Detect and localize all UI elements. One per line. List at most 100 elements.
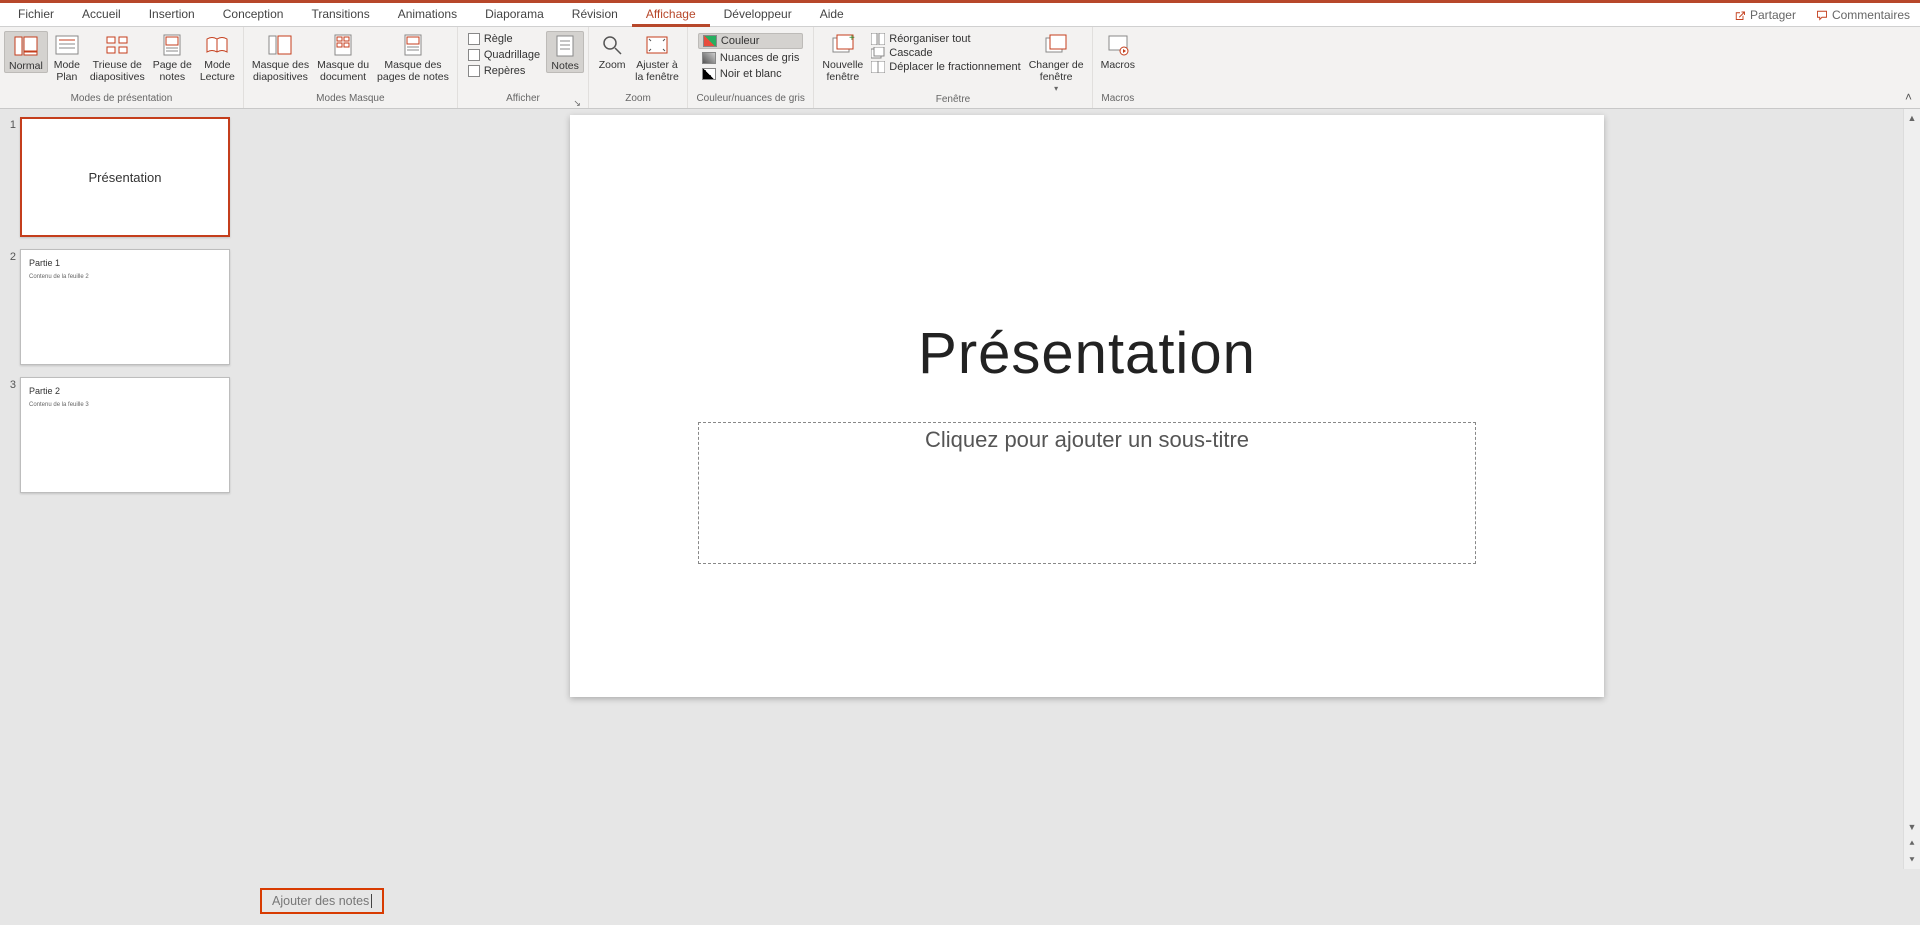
group-macros: Macros Macros (1093, 27, 1143, 108)
tab-developpeur[interactable]: Développeur (710, 3, 806, 27)
slide-master-icon (266, 33, 294, 57)
switch-window-button[interactable]: Changer de fenêtre ▾ (1025, 31, 1088, 95)
slide-thumbnail-panel[interactable]: 1 Présentation 2 Partie 1 Contenu de la … (0, 109, 254, 925)
macros-icon (1104, 33, 1132, 57)
tab-animations[interactable]: Animations (384, 3, 471, 27)
slide-master-button[interactable]: Masque des diapositives (248, 31, 313, 83)
view-outline-icon (53, 33, 81, 57)
notes-master-icon (399, 33, 427, 57)
switch-window-icon (1042, 33, 1070, 57)
color-mode-color[interactable]: Couleur (698, 33, 804, 49)
thumbnail-body: Contenu de la feuille 2 (29, 274, 89, 280)
tab-affichage[interactable]: Affichage (632, 3, 710, 27)
show-launcher-icon[interactable]: ↘ (572, 96, 582, 106)
tab-aide[interactable]: Aide (806, 3, 858, 27)
zoom-label: Zoom (599, 59, 626, 71)
view-sorter-button[interactable]: Trieuse de diapositives (86, 31, 149, 83)
guides-checkbox[interactable]: Repères (468, 65, 540, 77)
view-outline-button[interactable]: Mode Plan (48, 31, 86, 83)
ruler-checkbox[interactable]: Règle (468, 33, 540, 45)
handout-master-icon (329, 33, 357, 57)
share-button[interactable]: Partager (1724, 8, 1806, 22)
view-sorter-icon (103, 33, 131, 57)
macros-button[interactable]: Macros (1097, 31, 1139, 71)
share-label: Partager (1750, 8, 1796, 22)
share-icon (1734, 9, 1746, 21)
handout-master-button[interactable]: Masque du document (313, 31, 373, 83)
vertical-scrollbar[interactable]: ▲ ▼ ⯅ ⯆ (1903, 109, 1920, 869)
grayscale-swatch-icon (702, 52, 716, 64)
thumbnail-body: Contenu de la feuille 3 (29, 402, 89, 408)
arrange-all-icon (871, 33, 885, 45)
prev-slide-button[interactable]: ⯅ (1904, 835, 1920, 852)
guides-label: Repères (484, 65, 526, 77)
fit-window-label: Ajuster à la fenêtre (635, 59, 679, 83)
color-mode-color-label: Couleur (721, 35, 760, 47)
new-window-button[interactable]: + Nouvelle fenêtre (818, 31, 867, 83)
cascade-label: Cascade (889, 47, 932, 59)
color-swatch-icon (703, 35, 717, 47)
tab-transitions[interactable]: Transitions (297, 3, 383, 27)
tab-accueil[interactable]: Accueil (68, 3, 135, 27)
notes-master-button[interactable]: Masque des pages de notes (373, 31, 453, 83)
tab-fichier[interactable]: Fichier (4, 3, 68, 27)
gridlines-label: Quadrillage (484, 49, 540, 61)
thumbnail-slide-2[interactable]: Partie 1 Contenu de la feuille 2 (20, 249, 230, 365)
group-show: Règle Quadrillage Repères Notes Afficher… (458, 27, 589, 108)
slide-canvas-wrap[interactable]: Présentation Cliquez pour ajouter un sou… (254, 109, 1920, 877)
color-mode-bw-label: Noir et blanc (720, 68, 782, 80)
ribbon: Normal Mode Plan Trieuse de diapositives… (0, 27, 1920, 109)
thumbnail-slide-3[interactable]: Partie 2 Contenu de la feuille 3 (20, 377, 230, 493)
bw-swatch-icon (702, 68, 716, 80)
notes-toggle-button[interactable]: Notes (546, 31, 584, 73)
notes-pane[interactable]: Ajouter des notes (254, 877, 1920, 925)
thumbnail-slide-1[interactable]: Présentation (20, 117, 230, 237)
group-zoom-label: Zoom (593, 92, 683, 108)
notes-master-label: Masque des pages de notes (377, 59, 449, 83)
comment-icon (1816, 9, 1828, 21)
notes-input[interactable]: Ajouter des notes (260, 888, 384, 915)
view-sorter-label: Trieuse de diapositives (90, 59, 145, 83)
zoom-button[interactable]: Zoom (593, 31, 631, 71)
tab-revision[interactable]: Révision (558, 3, 632, 27)
ribbon-collapse-button[interactable]: ˄ (1897, 86, 1920, 108)
group-master-views-label: Modes Masque (248, 92, 453, 108)
tab-diaporama[interactable]: Diaporama (471, 3, 558, 27)
new-window-icon: + (829, 33, 857, 57)
new-window-label: Nouvelle fenêtre (822, 59, 863, 83)
checkbox-icon (468, 49, 480, 61)
color-mode-bw[interactable]: Noir et blanc (698, 67, 804, 81)
thumbnail-number: 3 (2, 377, 20, 391)
group-window: + Nouvelle fenêtre Réorganiser tout Casc… (814, 27, 1092, 108)
view-reading-icon (203, 33, 231, 57)
handout-master-label: Masque du document (317, 59, 369, 83)
scroll-down-button[interactable]: ▼ (1904, 818, 1920, 835)
comments-button[interactable]: Commentaires (1806, 8, 1920, 22)
gridlines-checkbox[interactable]: Quadrillage (468, 49, 540, 61)
slide-subtitle-placeholder[interactable]: Cliquez pour ajouter un sous-titre (698, 422, 1476, 564)
ruler-label: Règle (484, 33, 513, 45)
group-presentation-views-label: Modes de présentation (4, 92, 239, 108)
arrange-all-button[interactable]: Réorganiser tout (871, 33, 1020, 45)
view-notespage-button[interactable]: Page de notes (149, 31, 196, 83)
scroll-track[interactable] (1904, 126, 1920, 835)
tab-conception[interactable]: Conception (209, 3, 298, 27)
move-split-label: Déplacer le fractionnement (889, 61, 1020, 73)
slide-master-label: Masque des diapositives (252, 59, 309, 83)
slide-editor: Présentation Cliquez pour ajouter un sou… (254, 109, 1920, 925)
view-normal-button[interactable]: Normal (4, 31, 48, 73)
next-slide-button[interactable]: ⯆ (1904, 852, 1920, 869)
scroll-up-button[interactable]: ▲ (1904, 109, 1920, 126)
color-mode-grayscale[interactable]: Nuances de gris (698, 51, 804, 65)
move-split-button[interactable]: Déplacer le fractionnement (871, 61, 1020, 73)
cascade-button[interactable]: Cascade (871, 47, 1020, 59)
view-normal-icon (12, 34, 40, 58)
view-reading-button[interactable]: Mode Lecture (196, 31, 239, 83)
tab-insertion[interactable]: Insertion (135, 3, 209, 27)
thumbnail-number: 2 (2, 249, 20, 263)
notes-toggle-label: Notes (551, 60, 578, 72)
macros-label: Macros (1101, 59, 1135, 71)
slide-canvas[interactable]: Présentation Cliquez pour ajouter un sou… (570, 115, 1604, 697)
slide-title-placeholder[interactable]: Présentation (570, 320, 1604, 387)
fit-window-button[interactable]: Ajuster à la fenêtre (631, 31, 683, 83)
